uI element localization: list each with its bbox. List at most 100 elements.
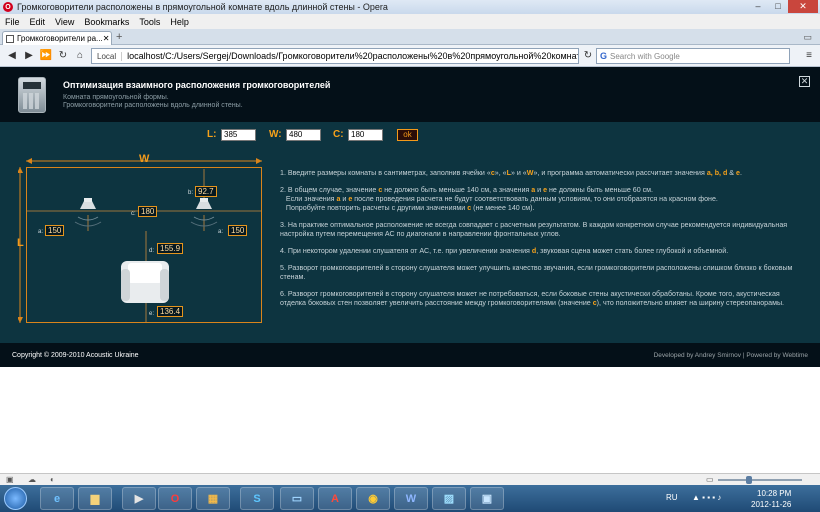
- menu-tools[interactable]: Tools: [134, 17, 165, 27]
- folder-taskbar-icon[interactable]: ▆: [78, 487, 112, 510]
- room-outline: [26, 167, 262, 323]
- C-label: C:: [333, 129, 344, 140]
- home-icon[interactable]: ⌂: [72, 48, 88, 64]
- opera-taskbar-icon[interactable]: O: [158, 487, 192, 510]
- window-controls: – □ ✕: [748, 0, 818, 13]
- menu-panel-icon[interactable]: ≡: [802, 48, 816, 64]
- skype-taskbar-icon[interactable]: S: [240, 487, 274, 510]
- a-right-label: a:: [218, 229, 224, 235]
- zoom-out-icon[interactable]: ▭: [706, 475, 714, 484]
- ie-taskbar-icon[interactable]: e: [40, 487, 74, 510]
- menu-help[interactable]: Help: [165, 17, 194, 27]
- window-title: Громкоговорители расположены в прямоугол…: [17, 2, 388, 12]
- video-taskbar-icon[interactable]: ▦: [196, 487, 230, 510]
- instruction-1: 1. Введите размеры комнаты в сантиметрах…: [280, 169, 742, 177]
- menu-file[interactable]: File: [0, 17, 25, 27]
- monitor-taskbar-icon[interactable]: ▭: [280, 487, 314, 510]
- windows-taskbar: e ▆ ▶ O ▦ S ▭ A ◉ W ▨ ▣ RU ▲ ▪ ▪ ▪ ♪ 10:…: [0, 485, 820, 512]
- search-field[interactable]: G Search with Google: [596, 48, 790, 64]
- tab-close-button[interactable]: ✕: [103, 34, 110, 43]
- fast-forward-icon[interactable]: ⏩: [38, 48, 54, 64]
- ok-button[interactable]: ok: [397, 129, 418, 141]
- clock-date[interactable]: 2012-11-26: [751, 500, 791, 509]
- d-label: d:: [149, 248, 155, 254]
- reload-icon[interactable]: ↻: [55, 48, 71, 64]
- length-label: L: [17, 237, 24, 249]
- media-taskbar-icon[interactable]: ▶: [122, 487, 156, 510]
- back-icon[interactable]: ◀: [4, 48, 20, 64]
- instructions: 1. Введите размеры комнаты в сантиметрах…: [280, 169, 800, 316]
- page-content: Оптимизация взаимного расположения громк…: [0, 67, 820, 367]
- w-arrow-left: [26, 158, 32, 164]
- google-icon: G: [600, 51, 608, 61]
- winamp-taskbar-icon[interactable]: ◉: [356, 487, 390, 510]
- tab-label: Громкоговорители ра...: [17, 34, 103, 43]
- page-icon: [6, 34, 14, 43]
- zoom-slider-handle[interactable]: [746, 476, 752, 484]
- d-value: 155.9: [157, 243, 184, 254]
- forward-icon[interactable]: ▶: [21, 48, 37, 64]
- page-footer: Copyright © 2009-2010 Acoustic Ukraine D…: [0, 343, 820, 367]
- address-url: localhost/C:/Users/Sergej/Downloads/Гром…: [127, 51, 578, 61]
- menu-bookmarks[interactable]: Bookmarks: [79, 17, 134, 27]
- W-input[interactable]: 480: [286, 129, 321, 141]
- L-label: L:: [207, 129, 217, 140]
- acrobat-taskbar-icon[interactable]: A: [318, 487, 352, 510]
- address-go-icon[interactable]: ↻: [582, 48, 594, 64]
- a-left-label: a:: [38, 229, 44, 235]
- image-viewer-taskbar-icon[interactable]: ▣: [470, 487, 504, 510]
- minimize-button[interactable]: –: [748, 0, 768, 13]
- search-placeholder: Search with Google: [610, 51, 680, 61]
- instruction-6: 6. Разворот громкоговорителей в сторону …: [280, 290, 785, 307]
- tray-icons[interactable]: ▲ ▪ ▪ ▪ ♪: [692, 493, 721, 502]
- pictures-taskbar-icon[interactable]: ▨: [432, 487, 466, 510]
- page-title: Оптимизация взаимного расположения громк…: [63, 80, 331, 90]
- menu-view[interactable]: View: [50, 17, 79, 27]
- C-input[interactable]: 180: [348, 129, 383, 141]
- instruction-5: 5. Разворот громкоговорителей в сторону …: [280, 264, 793, 281]
- window-titlebar: O Громкоговорители расположены в прямоуг…: [0, 0, 820, 14]
- b-label: b:: [188, 190, 194, 196]
- opera-logo-icon: O: [3, 2, 13, 12]
- a-right-value: 150: [228, 225, 248, 236]
- W-label: W:: [269, 129, 282, 140]
- tab-active[interactable]: Громкоговорители ра... ✕: [2, 31, 112, 45]
- e-label: e:: [149, 311, 155, 317]
- c-value: 180: [138, 206, 158, 217]
- local-badge: Local: [95, 51, 123, 61]
- clock-time[interactable]: 10:28 PM: [757, 489, 791, 498]
- page-header: Оптимизация взаимного расположения громк…: [0, 67, 820, 122]
- dimension-inputs: L: 385 W: 480 C: 180 ok: [0, 129, 820, 143]
- zoom-track[interactable]: [718, 479, 802, 481]
- b-value: 92.7: [195, 186, 217, 197]
- address-field[interactable]: Local localhost/C:/Users/Sergej/Download…: [91, 48, 579, 64]
- tab-list-icon[interactable]: ▭: [803, 32, 812, 43]
- word-taskbar-icon[interactable]: W: [394, 487, 428, 510]
- e-value: 136.4: [157, 306, 184, 317]
- status-bar: ▣ ☁ ◐ ▭: [0, 473, 820, 485]
- cloud-icon[interactable]: ☁: [28, 475, 36, 484]
- page-subtitle-1: Комната прямоугольной формы.: [63, 94, 169, 101]
- page-close-button[interactable]: ✕: [799, 76, 810, 87]
- menu-edit[interactable]: Edit: [25, 17, 51, 27]
- width-label: W: [139, 153, 150, 165]
- instruction-3: 3. На практике оптимальное расположение …: [280, 221, 788, 238]
- language-indicator[interactable]: RU: [666, 493, 678, 502]
- instruction-2: 2. В общем случае, значение c не должно …: [280, 186, 718, 212]
- start-button[interactable]: [4, 487, 27, 510]
- c-label: c:: [131, 211, 136, 217]
- menu-bar: File Edit View Bookmarks Tools Help: [0, 14, 820, 29]
- page-subtitle-2: Громкоговорители расположены вдоль длинн…: [63, 102, 243, 109]
- turbo-icon[interactable]: ◐: [50, 475, 55, 484]
- L-input[interactable]: 385: [221, 129, 256, 141]
- system-tray: RU ▲ ▪ ▪ ▪ ♪ 10:28 PM 2012-11-26: [650, 485, 820, 512]
- address-toolbar: ◀ ▶ ⏩ ↻ ⌂ Local localhost/C:/Users/Serge…: [0, 45, 820, 67]
- maximize-button[interactable]: □: [768, 0, 788, 13]
- new-tab-button[interactable]: +: [116, 31, 122, 43]
- developer-credit[interactable]: Developed by Andrey Smirnov | Powered by…: [654, 352, 808, 359]
- close-window-button[interactable]: ✕: [788, 0, 818, 13]
- calculator-icon: [18, 77, 46, 113]
- copyright-text: Copyright © 2009-2010 Acoustic Ukraine: [12, 352, 139, 359]
- a-left-value: 150: [45, 225, 65, 236]
- panel-toggle-icon[interactable]: ▣: [6, 475, 14, 484]
